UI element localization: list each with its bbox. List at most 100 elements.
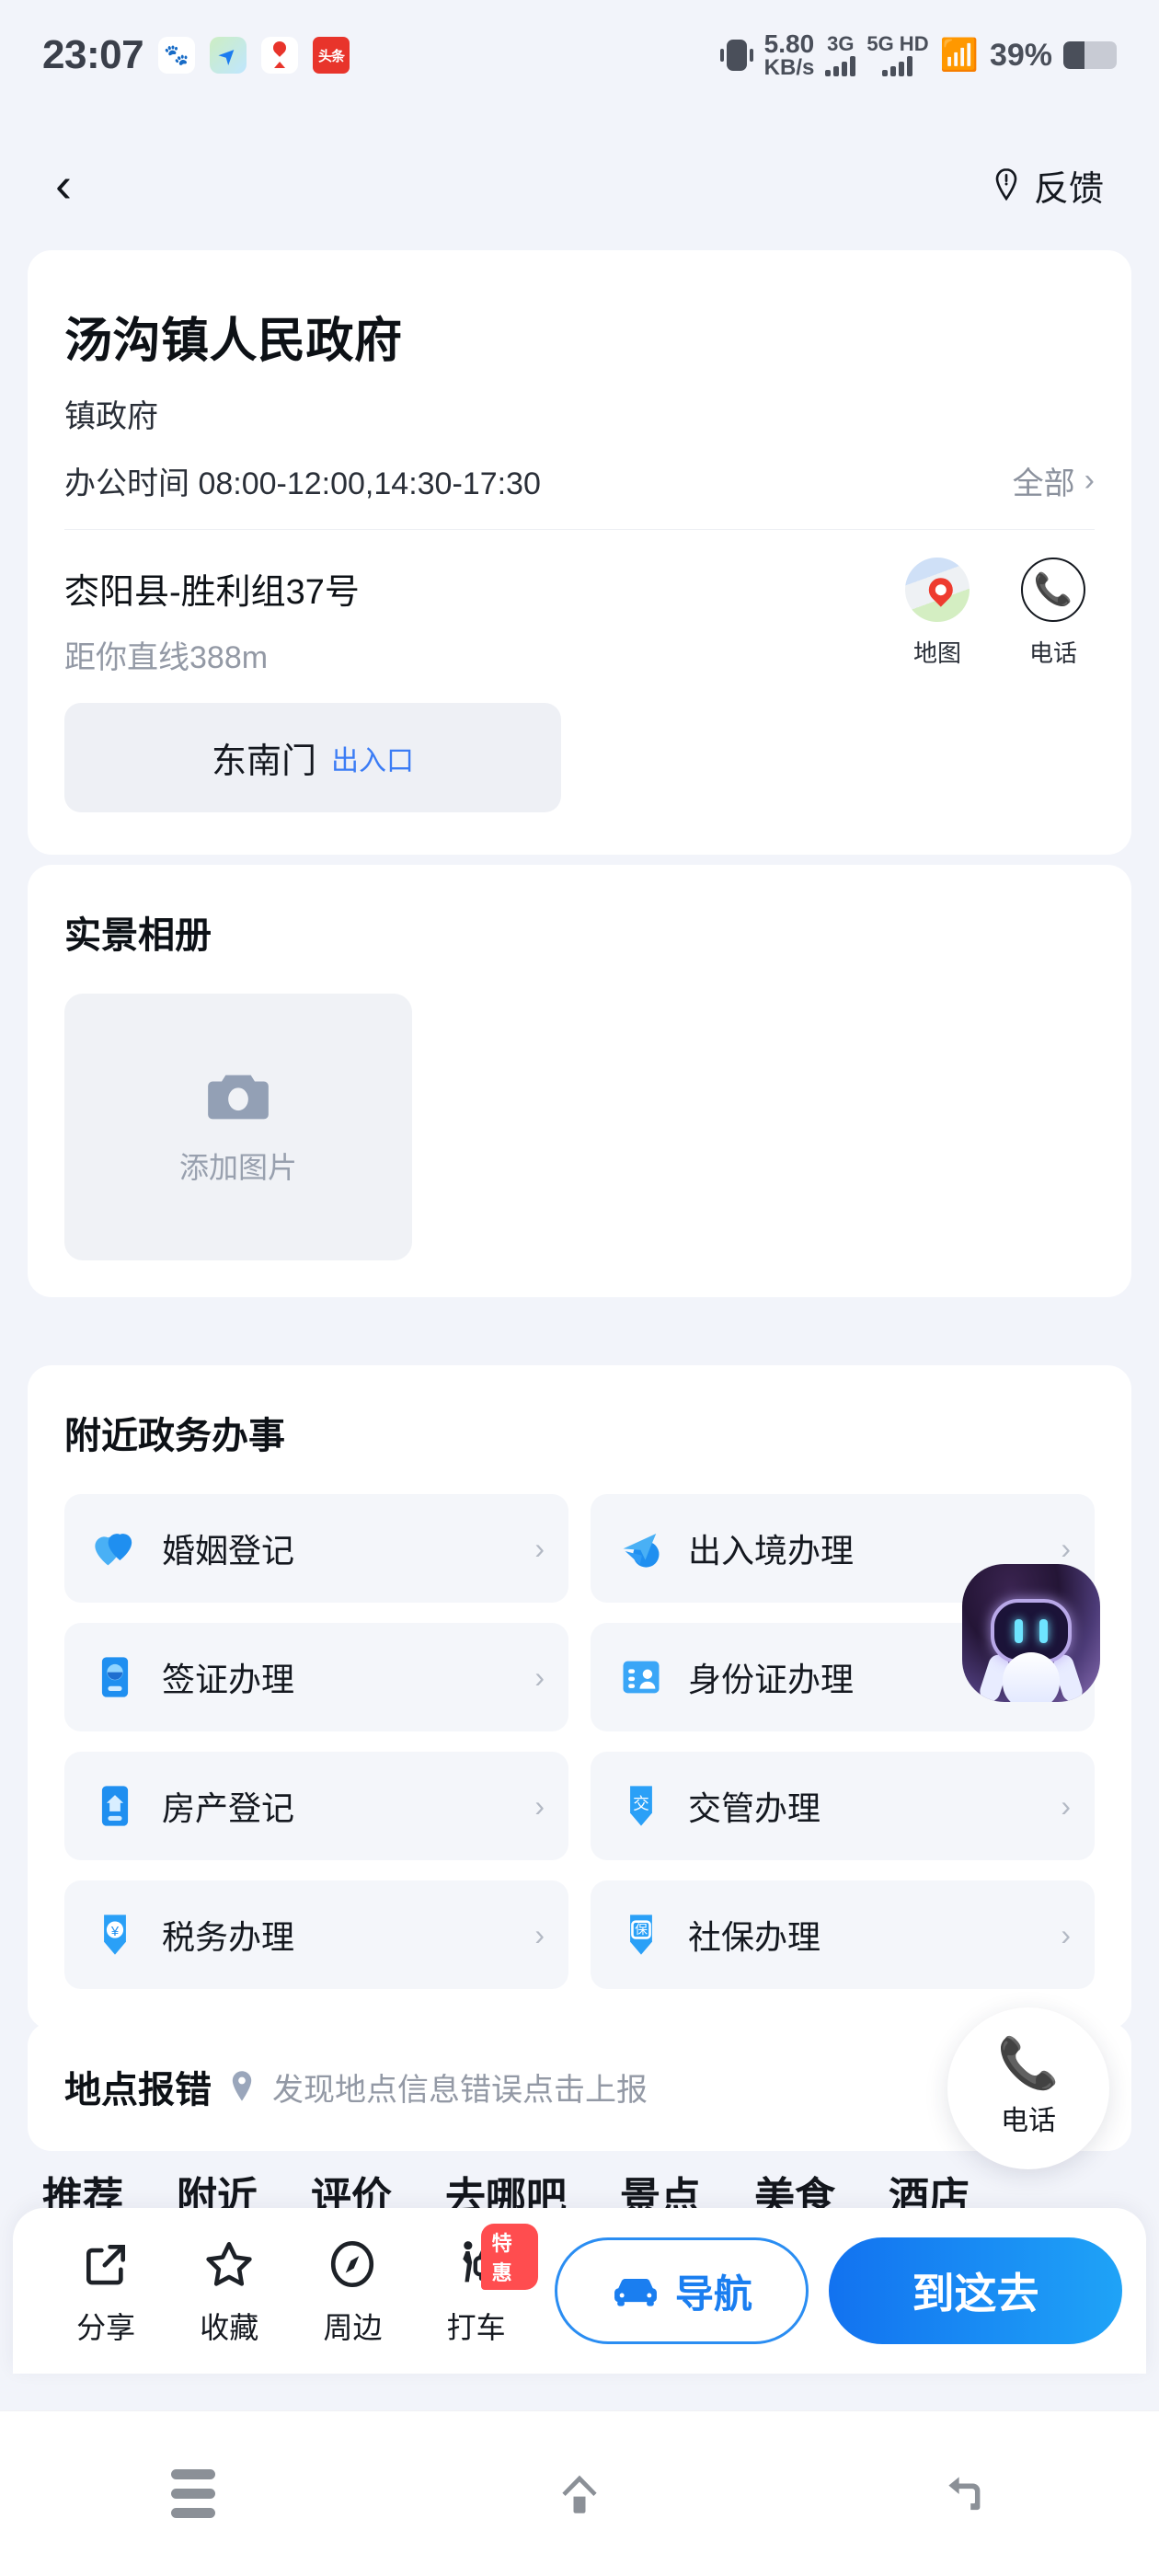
airplane-icon xyxy=(614,1522,668,1575)
taxi-button[interactable]: 特惠 打车 xyxy=(415,2224,538,2347)
chevron-right-icon: › xyxy=(534,1788,545,1823)
battery-icon xyxy=(1063,41,1117,69)
social-security-icon: 保 xyxy=(614,1908,668,1961)
baidu-icon: 🐾 xyxy=(158,37,196,74)
feedback-button[interactable]: 反馈 xyxy=(988,160,1104,211)
chevron-right-icon: › xyxy=(534,1531,545,1565)
plane-icon xyxy=(210,37,247,74)
poi-address-row: 枩阳县-胜利组37号 距你直线388m 地图 📞 电话 xyxy=(64,530,1095,686)
hearts-icon xyxy=(88,1522,142,1575)
svg-text:交: 交 xyxy=(633,1794,649,1812)
poi-address: 枩阳县-胜利组37号 xyxy=(64,573,360,612)
ai-assistant-button[interactable] xyxy=(962,1564,1100,1702)
nearby-button[interactable]: 周边 xyxy=(291,2235,414,2347)
taxi-label: 打车 xyxy=(446,2311,506,2344)
map-pin-icon xyxy=(261,37,299,74)
star-icon xyxy=(202,2235,256,2294)
share-icon xyxy=(80,2235,132,2294)
add-photo-label: 添加图片 xyxy=(178,1151,297,1184)
system-nav-bar xyxy=(0,2410,1159,2576)
taxi-badge: 特惠 xyxy=(480,2224,538,2290)
back-button-system[interactable] xyxy=(911,2453,1021,2536)
net-speed-unit: KB/s xyxy=(763,55,815,80)
services-grid: 婚姻登记 › 出入境办理 › 签证办理 › 身份证办理 房产登记 › 交 交管办… xyxy=(64,1494,1095,1989)
entrance-name: 东南门 xyxy=(211,742,316,781)
poi-distance: 距你直线388m xyxy=(64,640,269,675)
status-bar-left: 23:07 🐾 头条 xyxy=(42,32,350,78)
poi-hours-row[interactable]: 办公时间 08:00-12:00,14:30-17:30 全部 › xyxy=(64,458,1095,503)
net-speed-value: 5.80 xyxy=(763,29,815,58)
service-label: 税务办理 xyxy=(162,1918,295,1956)
chevron-right-icon: › xyxy=(1061,1788,1071,1823)
service-item-visa[interactable]: 签证办理 › xyxy=(64,1623,568,1731)
sim1-label: 3G xyxy=(827,32,855,55)
service-item-traffic[interactable]: 交 交管办理 › xyxy=(591,1752,1095,1860)
report-desc: 发现地点信息错误点击上报 xyxy=(272,2072,648,2108)
service-label: 签证办理 xyxy=(162,1661,295,1698)
poi-address-block[interactable]: 枩阳县-胜利组37号 距你直线388m xyxy=(64,558,360,677)
map-action-label: 地图 xyxy=(912,639,961,667)
map-action-button[interactable]: 地图 xyxy=(905,558,970,669)
go-here-button[interactable]: 到这去 xyxy=(829,2237,1122,2344)
entrance-chip[interactable]: 东南门 出入口 xyxy=(64,703,561,812)
service-label: 房产登记 xyxy=(162,1789,295,1827)
chevron-right-icon: › xyxy=(534,1917,545,1951)
vibrate-icon xyxy=(719,40,753,71)
sim1-bars xyxy=(825,56,856,76)
favorite-button[interactable]: 收藏 xyxy=(167,2235,291,2347)
favorite-label: 收藏 xyxy=(200,2311,259,2344)
phone-fab-button[interactable]: 📞 电话 xyxy=(947,2007,1109,2169)
nav-header: ‹ 反馈 xyxy=(0,134,1159,236)
svg-text:¥: ¥ xyxy=(110,1925,120,1939)
status-bar-right: 5.80 KB/s 3G 5G HD 📶 39% xyxy=(719,29,1117,80)
app-screen: 23:07 🐾 头条 5.80 KB/s 3G 5G HD 📶 39% xyxy=(0,0,1159,2576)
back-button[interactable]: ‹ xyxy=(55,160,72,210)
traffic-shield-icon: 交 xyxy=(614,1779,668,1833)
service-label: 出入境办理 xyxy=(688,1532,855,1570)
poi-hours-all-label: 全部 xyxy=(1012,466,1075,501)
poi-category: 镇政府 xyxy=(64,399,158,434)
service-item-property[interactable]: 房产登记 › xyxy=(64,1752,568,1860)
chevron-right-icon: › xyxy=(1061,1917,1071,1951)
share-label: 分享 xyxy=(76,2311,136,2344)
sim2-signal: 5G HD xyxy=(866,32,929,76)
status-bar: 23:07 🐾 头条 5.80 KB/s 3G 5G HD 📶 39% xyxy=(0,0,1159,110)
phone-action-button[interactable]: 📞 电话 xyxy=(1021,558,1085,669)
page-title: 汤沟镇人民政府 xyxy=(64,315,403,368)
phone-action-label: 电话 xyxy=(1028,639,1077,667)
clock: 23:07 xyxy=(42,32,144,77)
report-title: 地点报错 xyxy=(64,2070,212,2110)
share-button[interactable]: 分享 xyxy=(44,2235,167,2347)
compass-icon xyxy=(326,2235,379,2294)
go-here-label: 到这去 xyxy=(912,2270,1039,2317)
sim2-label: 5G HD xyxy=(866,32,929,55)
bottom-action-bar: 分享 收藏 周边 特惠 打车 导航 到这去 xyxy=(13,2208,1146,2374)
home-icon xyxy=(562,2475,597,2513)
chevron-right-icon: › xyxy=(1061,1531,1071,1565)
nearby-services-card: 附近政务办事 婚姻登记 › 出入境办理 › 签证办理 › 身份证办理 房产登记 … xyxy=(28,1365,1131,2030)
back-arrow-icon xyxy=(948,2476,981,2510)
toutiao-icon: 头条 xyxy=(313,37,350,74)
recents-button[interactable] xyxy=(138,2453,248,2536)
service-item-social-security[interactable]: 保 社保办理 › xyxy=(591,1880,1095,1989)
phone-icon: 📞 xyxy=(997,2036,1060,2091)
service-item-marriage[interactable]: 婚姻登记 › xyxy=(64,1494,568,1603)
svg-text:保: 保 xyxy=(635,1922,648,1937)
location-pin-icon xyxy=(232,2071,252,2101)
tax-shield-icon: ¥ xyxy=(88,1908,142,1961)
navigate-button[interactable]: 导航 xyxy=(554,2237,809,2344)
wifi-icon: 📶 xyxy=(939,38,979,73)
home-button[interactable] xyxy=(524,2453,635,2536)
map-icon xyxy=(905,558,970,622)
visa-card-icon xyxy=(88,1650,142,1704)
sim1-signal: 3G xyxy=(825,32,856,76)
sim2-bars xyxy=(882,56,913,76)
service-item-tax[interactable]: ¥ 税务办理 › xyxy=(64,1880,568,1989)
menu-icon xyxy=(171,2469,215,2518)
phone-fab-label: 电话 xyxy=(1001,2106,1056,2136)
add-photo-button[interactable]: 添加图片 xyxy=(64,994,412,1260)
poi-quick-actions: 地图 📞 电话 xyxy=(905,558,1095,669)
id-card-icon xyxy=(614,1650,668,1704)
poi-hours-all-link[interactable]: 全部 › xyxy=(1013,458,1095,503)
entrance-tag: 出入口 xyxy=(331,745,414,776)
